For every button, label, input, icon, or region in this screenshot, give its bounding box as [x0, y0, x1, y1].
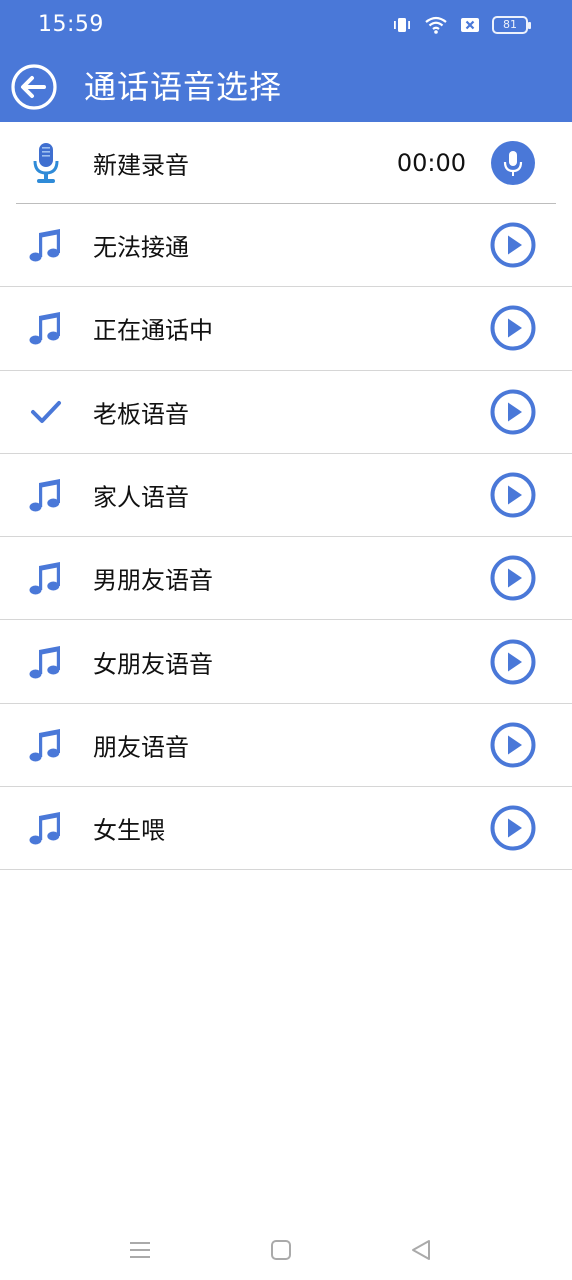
voice-list: 新建录音 00:00 无法接通 正在通话中 老板语音 家人语音 男朋友语音 女朋… — [0, 122, 572, 871]
play-icon[interactable] — [490, 722, 536, 768]
play-icon[interactable] — [490, 805, 536, 851]
list-item[interactable]: 无法接通 — [0, 204, 572, 288]
status-time: 15:59 — [38, 12, 104, 37]
list-item-label: 女生喂 — [93, 816, 165, 845]
status-icons: 81 — [392, 15, 531, 35]
record-duration: 00:00 — [396, 149, 466, 177]
list-item-label: 家人语音 — [93, 483, 189, 512]
play-icon[interactable] — [490, 389, 536, 435]
music-note-icon — [26, 640, 66, 684]
list-item-selected[interactable]: 老板语音 — [0, 371, 572, 454]
sim-x-icon — [460, 16, 480, 34]
music-note-icon — [26, 306, 66, 350]
status-bar: 15:59 81 — [0, 0, 572, 50]
new-recording-row[interactable]: 新建录音 00:00 — [0, 122, 572, 204]
music-note-icon — [26, 806, 66, 850]
list-item-label: 女朋友语音 — [93, 650, 213, 679]
app-bar: 通话语音选择 — [0, 50, 572, 122]
checkmark-icon — [26, 390, 66, 434]
battery-icon: 81 — [492, 16, 531, 34]
list-item-label: 正在通话中 — [93, 316, 213, 345]
list-item-label: 朋友语音 — [93, 733, 189, 762]
vibrate-icon — [392, 15, 412, 35]
list-item[interactable]: 家人语音 — [0, 454, 572, 538]
play-icon[interactable] — [490, 639, 536, 685]
list-item-label: 老板语音 — [93, 400, 189, 429]
list-item[interactable]: 正在通话中 — [0, 287, 572, 371]
home-icon[interactable] — [267, 1236, 295, 1264]
battery-level: 81 — [503, 18, 517, 31]
menu-icon[interactable] — [126, 1236, 154, 1264]
list-item-label: 无法接通 — [93, 233, 189, 262]
list-item[interactable]: 朋友语音 — [0, 704, 572, 788]
microphone-icon — [26, 141, 66, 185]
play-icon[interactable] — [490, 555, 536, 601]
play-icon[interactable] — [490, 305, 536, 351]
list-item[interactable]: 男朋友语音 — [0, 537, 572, 621]
list-item[interactable]: 女生喂 — [0, 787, 572, 871]
new-recording-label: 新建录音 — [93, 151, 189, 180]
list-item-label: 男朋友语音 — [93, 566, 213, 595]
music-note-icon — [26, 473, 66, 517]
music-note-icon — [26, 723, 66, 767]
back-triangle-icon[interactable] — [407, 1236, 435, 1264]
music-note-icon — [26, 223, 66, 267]
wifi-icon — [424, 15, 448, 35]
back-arrow-icon[interactable] — [10, 63, 58, 111]
play-icon[interactable] — [490, 472, 536, 518]
music-note-icon — [26, 556, 66, 600]
page-title: 通话语音选择 — [84, 68, 283, 106]
list-item[interactable]: 女朋友语音 — [0, 620, 572, 704]
record-mic-icon[interactable] — [490, 140, 536, 186]
system-nav-bar — [0, 1220, 572, 1280]
play-icon[interactable] — [490, 222, 536, 268]
